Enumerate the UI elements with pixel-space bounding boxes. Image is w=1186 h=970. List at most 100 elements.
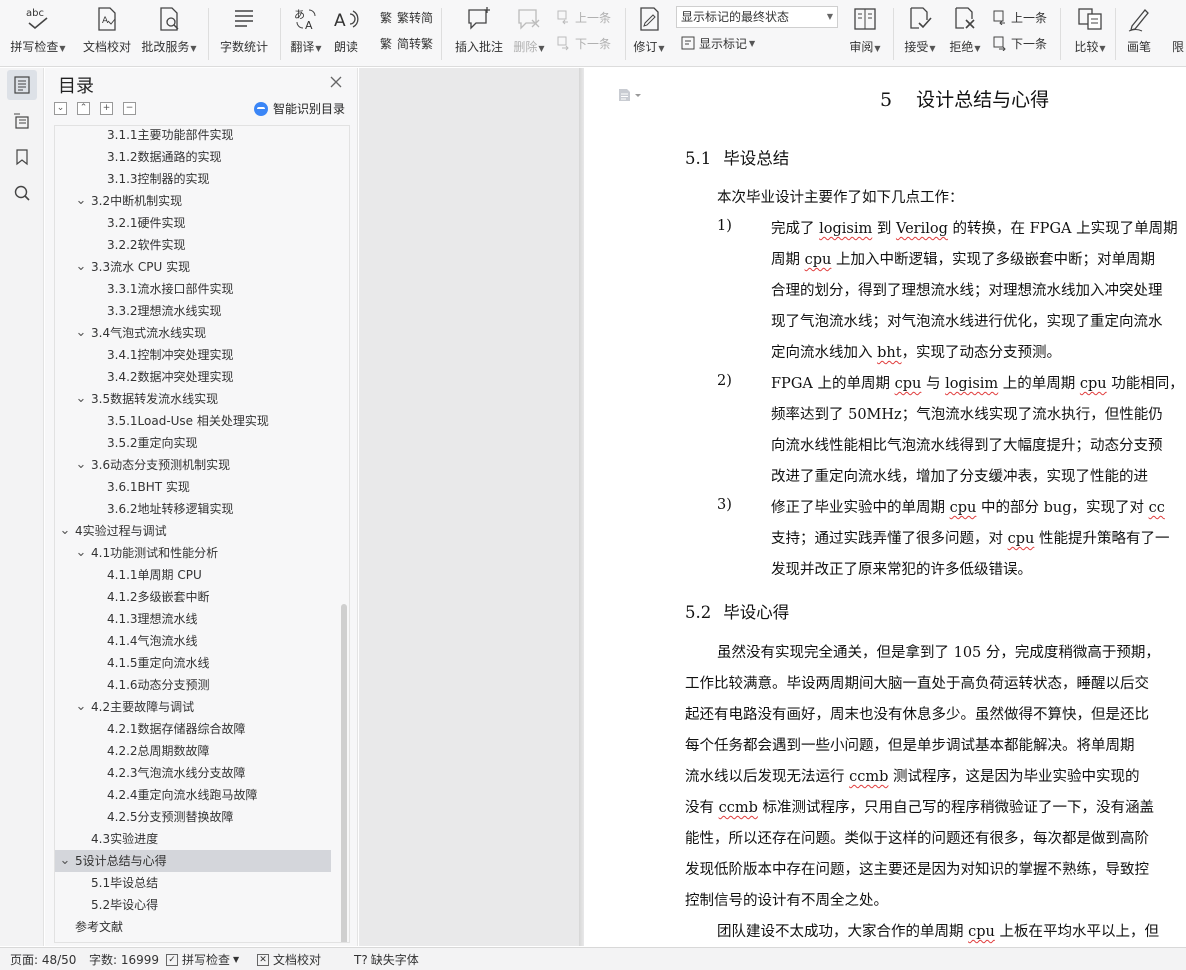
toc-item[interactable]: 3.4.2数据冲突处理实现 <box>55 366 331 388</box>
toc-item[interactable]: 3.5.1Load-Use 相关处理实现 <box>55 410 331 432</box>
show-markup-button[interactable]: 显示标记 ▼ <box>680 33 755 53</box>
toc-item[interactable]: 4.2.2总周期数故障 <box>55 740 331 762</box>
toc-item[interactable]: 3.6.2地址转移逻辑实现 <box>55 498 331 520</box>
next-change-button[interactable]: 下一条 <box>992 33 1047 53</box>
ribbon-label-text: 审阅 <box>849 40 874 54</box>
read-aloud-icon: A <box>333 6 359 32</box>
toc-item[interactable]: ⌄ 3.6动态分支预测机制实现 <box>55 454 331 476</box>
word-count-button[interactable]: 字数统计 <box>215 4 273 62</box>
toc-item[interactable]: 4.1.6动态分支预测 <box>55 674 331 696</box>
toc-item[interactable]: ⌄ 5设计总结与心得 <box>55 850 331 872</box>
toc-item-label: 4.2.3气泡流水线分支故障 <box>107 766 246 780</box>
expand-toggle-icon[interactable]: ⌄ <box>75 454 87 476</box>
expand-toggle-icon[interactable]: ⌄ <box>59 520 71 542</box>
toc-item[interactable]: 4.1.4气泡流水线 <box>55 630 331 652</box>
expand-up-button[interactable]: ⌃ <box>77 102 90 115</box>
word-count[interactable]: 字数: 16999 <box>89 951 159 968</box>
pen-button[interactable]: 画笔 <box>1121 4 1157 62</box>
toc-item[interactable]: 3.1.3控制器的实现 <box>55 168 331 190</box>
toc-item[interactable]: 5.1毕设总结 <box>55 872 331 894</box>
chapter-nav-button[interactable] <box>7 106 37 136</box>
chevron-down-icon: ▼ <box>826 12 833 21</box>
previous-change-icon <box>992 9 1008 25</box>
track-button[interactable]: 修订▼ <box>628 4 670 62</box>
expand-toggle-icon[interactable]: ⌄ <box>75 542 87 564</box>
text-run: 测试程序，这是因为毕业实验中实现的 <box>888 769 1140 785</box>
toc-item[interactable]: 4.1.2多级嵌套中断 <box>55 586 331 608</box>
reject-button[interactable]: 拒绝▼ <box>944 4 986 62</box>
toc-item[interactable]: 5.2毕设心得 <box>55 894 331 916</box>
next-comment-icon <box>556 35 572 51</box>
toc-item[interactable]: 3.2.1硬件实现 <box>55 212 331 234</box>
toc-item[interactable]: 3.1.2数据通路的实现 <box>55 146 331 168</box>
intro-paragraph: 本次毕业设计主要作了如下几点工作： <box>717 190 964 206</box>
toc-item[interactable]: 4.1.5重定向流水线 <box>55 652 331 674</box>
document-options-icon[interactable] <box>618 88 644 105</box>
simplified-to-traditional-button[interactable]: 繁 简转繁 <box>378 33 433 53</box>
accept-button[interactable]: 接受▼ <box>899 4 941 62</box>
review-service-button[interactable]: 批改服务▼ <box>137 4 201 62</box>
expand-toggle-icon[interactable]: ⌄ <box>75 696 87 718</box>
toc-item[interactable]: ⌄ 4实验过程与调试 <box>55 520 331 542</box>
compare-button[interactable]: 比较▼ <box>1067 4 1113 62</box>
insert-comment-button[interactable]: 插入批注 <box>450 4 508 62</box>
delete-button[interactable]: 删除▼ <box>508 4 550 62</box>
review-button[interactable]: 审阅▼ <box>842 4 888 62</box>
toc-item[interactable]: ⌄ 3.3流水 CPU 实现 <box>55 256 331 278</box>
toc-item-label: 4.3实验进度 <box>91 832 159 846</box>
close-icon[interactable] <box>328 74 344 90</box>
expand-toggle-icon[interactable]: ⌄ <box>75 190 87 212</box>
toc-item[interactable]: 3.1.1主要功能部件实现 <box>55 126 331 146</box>
spelling-flagged-word: cpu <box>949 500 977 516</box>
toc-item[interactable]: 4.2.4重定向流水线跑马故障 <box>55 784 331 806</box>
page-indicator[interactable]: 页面: 48/50 <box>10 951 76 968</box>
missing-font-button[interactable]: T? 缺失字体 <box>354 951 419 968</box>
add-heading-button[interactable]: + <box>100 102 113 115</box>
expand-toggle-icon[interactable]: ⌄ <box>59 850 71 872</box>
toc-item[interactable]: 3.6.1BHT 实现 <box>55 476 331 498</box>
status-spellcheck-button[interactable]: ✓ 拼写检查 ▼ <box>166 951 239 968</box>
toc-item[interactable]: 4.2.1数据存储器综合故障 <box>55 718 331 740</box>
list-item-line: 修正了毕业实验中的单周期 cpu 中的部分 bug，实现了对 cc <box>771 493 1165 524</box>
previous-comment-button[interactable]: 上一条 <box>556 7 611 27</box>
spelling-flagged-word: logisim <box>945 376 999 392</box>
proof-button[interactable]: A 文档校对 <box>78 4 136 62</box>
bookmark-button[interactable] <box>7 142 37 172</box>
expand-toggle-icon[interactable]: ⌄ <box>75 256 87 278</box>
toc-item[interactable]: 3.5.2重定向实现 <box>55 432 331 454</box>
toc-item[interactable]: 4.1.1单周期 CPU <box>55 564 331 586</box>
toc-item[interactable]: 4.2.3气泡流水线分支故障 <box>55 762 331 784</box>
toc-item[interactable]: ⌄ 4.2主要故障与调试 <box>55 696 331 718</box>
read-aloud-button[interactable]: A 朗读 <box>328 4 364 62</box>
next-comment-button[interactable]: 下一条 <box>556 33 611 53</box>
toc-item[interactable]: ⌄ 3.2中断机制实现 <box>55 190 331 212</box>
toc-scrollbar[interactable] <box>341 604 347 942</box>
toc-item[interactable]: 参考文献 <box>55 916 331 938</box>
spell-button[interactable]: abc 拼写检查▼ <box>6 4 70 62</box>
toc-item[interactable]: 3.3.2理想流水线实现 <box>55 300 331 322</box>
toc-item[interactable]: ⌄ 3.5数据转发流水线实现 <box>55 388 331 410</box>
toc-item[interactable]: 3.3.1流水接口部件实现 <box>55 278 331 300</box>
search-button[interactable] <box>7 178 37 208</box>
traditional-to-simplified-button[interactable]: 繁 繁转简 <box>378 7 433 27</box>
status-proofread-button[interactable]: ✕ 文档校对 <box>257 951 321 968</box>
expand-toggle-icon[interactable]: ⌄ <box>75 322 87 344</box>
toc-panel-button[interactable] <box>7 70 37 100</box>
collapse-all-button[interactable]: ⌄ <box>54 102 67 115</box>
toc-item[interactable]: 4.1.3理想流水线 <box>55 608 331 630</box>
markup-display-select[interactable]: 显示标记的最终状态 ▼ <box>676 6 838 28</box>
toc-item-label: 3.5.2重定向实现 <box>107 436 198 450</box>
toc-item[interactable]: 3.2.2软件实现 <box>55 234 331 256</box>
toc-item[interactable]: 4.3实验进度 <box>55 828 331 850</box>
smart-toc-button[interactable]: 智能识别目录 <box>254 100 345 117</box>
toc-item[interactable]: ⌄ 3.4气泡式流水线实现 <box>55 322 331 344</box>
toc-item[interactable]: 4.2.5分支预测替换故障 <box>55 806 331 828</box>
document-page[interactable]: 5 设计总结与心得 5.1 毕设总结 本次毕业设计主要作了如下几点工作： 1) 完成了… <box>584 68 1186 946</box>
toc-item[interactable]: ⌄ 4.1功能测试和性能分析 <box>55 542 331 564</box>
restrict-button[interactable]: 限 <box>1168 4 1186 62</box>
expand-toggle-icon[interactable]: ⌄ <box>75 388 87 410</box>
remove-heading-button[interactable]: − <box>123 102 136 115</box>
toc-item[interactable]: 3.4.1控制冲突处理实现 <box>55 344 331 366</box>
previous-change-button[interactable]: 上一条 <box>992 7 1047 27</box>
translate-button[interactable]: あ A 翻译▼ <box>285 4 327 62</box>
